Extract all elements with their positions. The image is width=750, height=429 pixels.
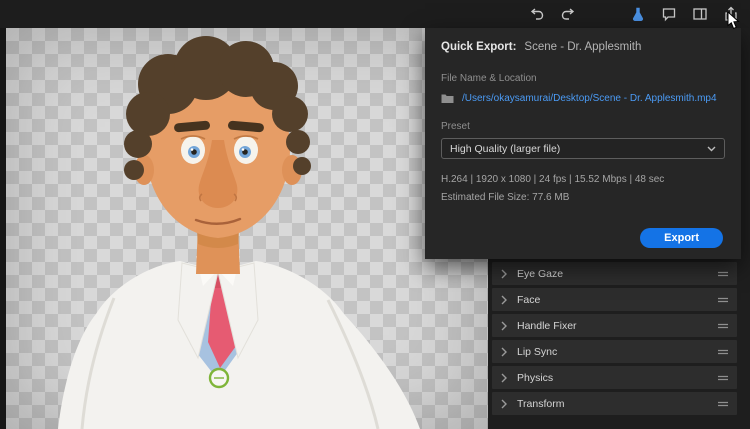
export-button[interactable]: Export (640, 228, 723, 248)
drag-handle-icon[interactable] (718, 348, 728, 356)
chevron-right-icon (501, 321, 507, 331)
preset-label: Preset (441, 121, 470, 132)
chevron-right-icon (501, 347, 507, 357)
undo-icon[interactable] (528, 5, 546, 23)
quick-export-title: Quick Export: Scene - Dr. Applesmith (441, 41, 725, 53)
property-row-transform[interactable]: Transform (492, 392, 737, 415)
property-row-handle-fixer[interactable]: Handle Fixer (492, 314, 737, 337)
property-label: Eye Gaze (517, 267, 564, 280)
file-path-row[interactable]: /Users/okaysamurai/Desktop/Scene - Dr. A… (441, 93, 725, 104)
property-row-eye-gaze[interactable]: Eye Gaze (492, 262, 737, 285)
chevron-right-icon (501, 269, 507, 279)
share-icon[interactable] (722, 5, 740, 23)
preset-select[interactable]: High Quality (larger file) (441, 138, 725, 159)
property-label: Physics (517, 371, 554, 384)
chevron-right-icon (501, 373, 507, 383)
property-row-face[interactable]: Face (492, 288, 737, 311)
folder-icon (441, 94, 454, 103)
drag-handle-icon[interactable] (718, 400, 728, 408)
drag-handle-icon[interactable] (718, 270, 728, 278)
file-location-label: File Name & Location (441, 73, 537, 84)
drag-handle-icon[interactable] (718, 296, 728, 304)
character-dr-applesmith (58, 36, 420, 429)
drag-handle-icon[interactable] (718, 322, 728, 330)
estimated-file-size: Estimated File Size: 77.6 MB (441, 192, 570, 203)
chevron-right-icon (501, 399, 507, 409)
chevron-down-icon (707, 146, 716, 151)
app-window: Eye Gaze Face Handle Fixer Lip Sync Phys (0, 0, 750, 429)
flask-icon[interactable] (629, 5, 647, 23)
comment-icon[interactable] (660, 5, 678, 23)
scene-name: Scene - Dr. Applesmith (524, 41, 642, 53)
redo-icon[interactable] (559, 5, 577, 23)
property-row-lip-sync[interactable]: Lip Sync (492, 340, 737, 363)
scene-canvas[interactable] (6, 28, 488, 429)
properties-list: Eye Gaze Face Handle Fixer Lip Sync Phys (492, 262, 737, 418)
drag-handle-icon[interactable] (718, 374, 728, 382)
property-label: Handle Fixer (517, 319, 577, 332)
preset-value: High Quality (larger file) (450, 142, 561, 155)
export-specs: H.264 | 1920 x 1080 | 24 fps | 15.52 Mbp… (441, 174, 665, 185)
file-path-link[interactable]: /Users/okaysamurai/Desktop/Scene - Dr. A… (462, 93, 717, 104)
property-label: Transform (517, 397, 565, 410)
property-label: Face (517, 293, 541, 306)
property-label: Lip Sync (517, 345, 558, 358)
toolbar-icon-group (528, 0, 740, 28)
top-toolbar (0, 0, 750, 28)
chevron-right-icon (501, 295, 507, 305)
quick-export-panel: Quick Export: Scene - Dr. Applesmith File… (425, 28, 741, 259)
quick-export-title-label: Quick Export: (441, 41, 517, 53)
property-row-physics[interactable]: Physics (492, 366, 737, 389)
workspace-icon[interactable] (691, 5, 709, 23)
